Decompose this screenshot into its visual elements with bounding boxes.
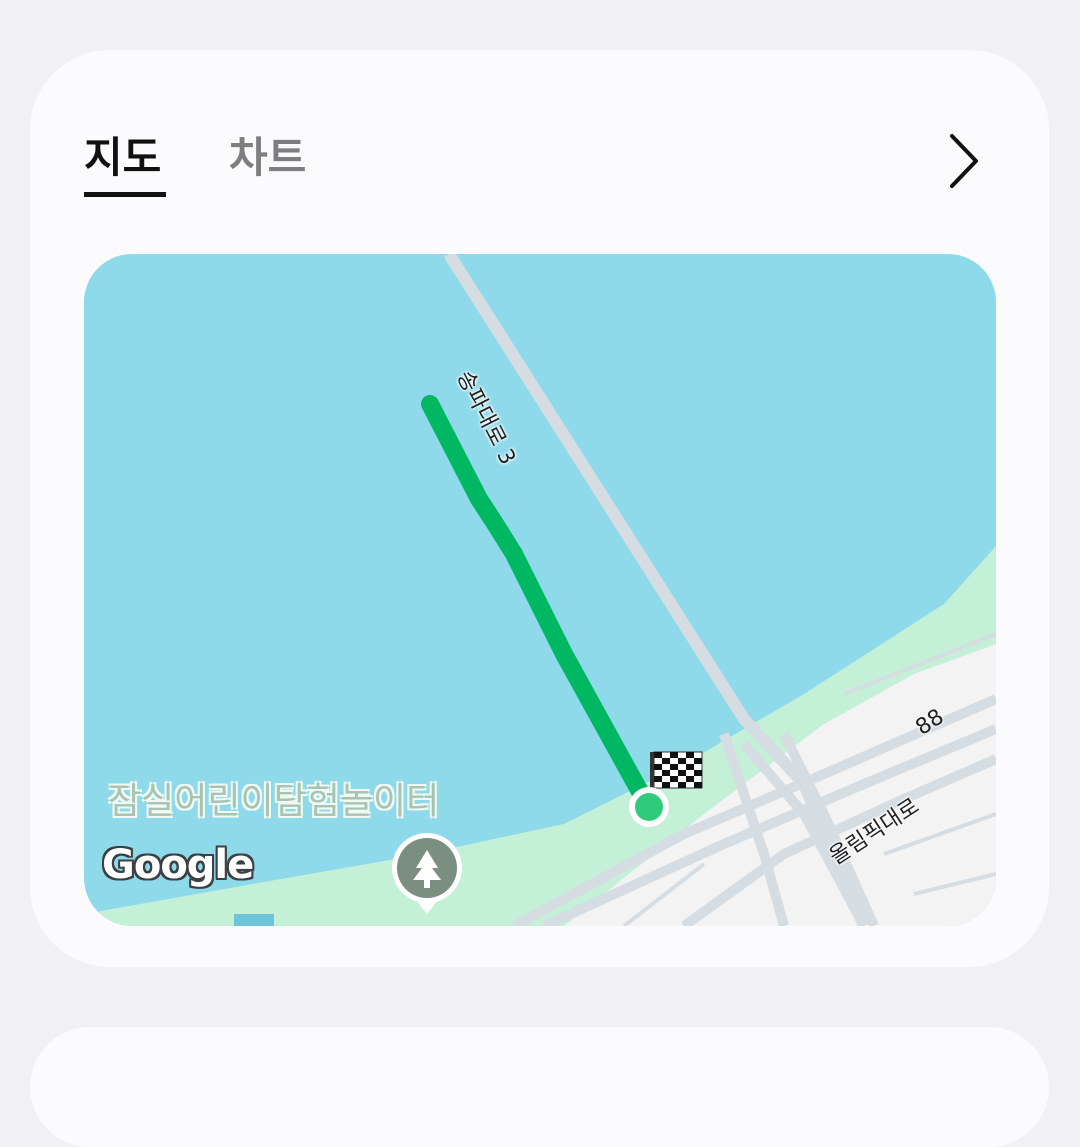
- google-logo: Google: [102, 842, 254, 888]
- active-tab-indicator: [84, 192, 166, 197]
- place-label[interactable]: 잠실어린이탐험놀이터: [108, 772, 439, 824]
- activity-route: [421, 395, 653, 808]
- tab-map[interactable]: 지도: [84, 130, 161, 186]
- tab-chart[interactable]: 차트: [229, 130, 306, 186]
- chevron-right-icon[interactable]: [940, 130, 990, 192]
- next-card: [30, 1027, 1049, 1147]
- route-map[interactable]: 송파대로 3 올림픽대로 88 잠실어린이탐험놀이터 Google: [84, 254, 996, 926]
- small-structure: [234, 914, 274, 926]
- start-dot-icon: [629, 787, 669, 827]
